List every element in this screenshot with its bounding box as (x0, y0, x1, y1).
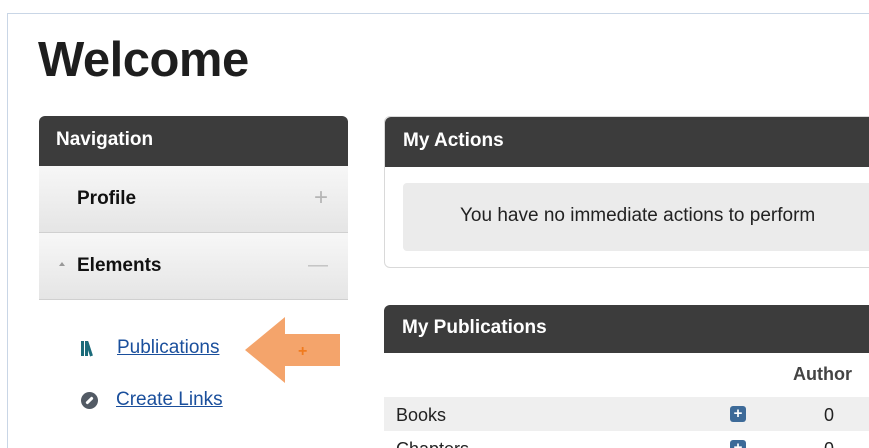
page-title: Welcome (38, 33, 249, 87)
row-name[interactable]: Chapters (396, 439, 469, 448)
arrow-left-icon: + (245, 317, 340, 383)
table-row: Chapters + 0 (384, 431, 869, 448)
link-icon (81, 391, 98, 409)
table-row: Books + 0 (384, 397, 869, 431)
collapse-minus-icon[interactable]: — (308, 253, 328, 277)
expand-plus-icon[interactable]: + (314, 186, 328, 210)
sub-link-label[interactable]: Create Links (116, 389, 223, 411)
my-publications-panel: My Publications Author Books + 0 Chapter… (384, 305, 869, 448)
add-icon[interactable]: + (730, 406, 746, 422)
row-count: 0 (824, 439, 834, 448)
caret-up-icon (59, 262, 65, 266)
sub-link-create-links[interactable]: Create Links (81, 389, 223, 411)
sub-link-publications[interactable]: Publications (81, 337, 219, 359)
row-count: 0 (824, 405, 835, 425)
publications-icon (81, 340, 99, 357)
svg-text:+: + (298, 343, 307, 360)
add-icon[interactable]: + (730, 440, 746, 448)
actions-message: You have no immediate actions to perform (403, 183, 869, 251)
nav-item-elements[interactable]: Elements — (39, 233, 348, 300)
column-header-author: Author (793, 364, 852, 384)
nav-item-profile[interactable]: Profile + (39, 166, 348, 233)
row-name[interactable]: Books (396, 405, 446, 426)
my-actions-panel: My Actions You have no immediate actions… (384, 116, 869, 268)
my-actions-header: My Actions (385, 117, 869, 167)
sub-link-label[interactable]: Publications (117, 337, 219, 359)
navigation-panel: Navigation Profile + Elements — Publicat… (39, 116, 348, 448)
navigation-header: Navigation (39, 116, 348, 166)
nav-item-label: Elements (77, 255, 162, 276)
my-publications-header: My Publications (384, 305, 869, 353)
nav-item-label: Profile (77, 188, 137, 209)
